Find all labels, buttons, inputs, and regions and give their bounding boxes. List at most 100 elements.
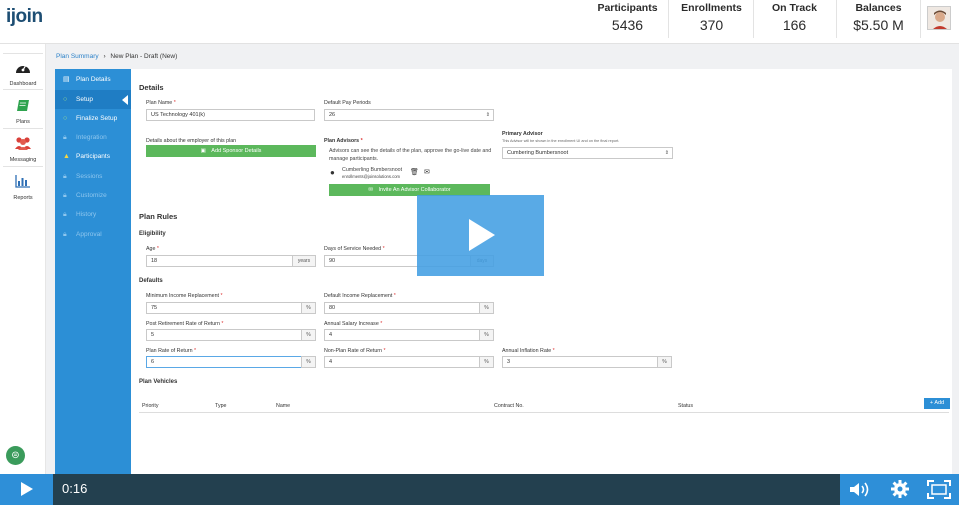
advisors-description: Advisors can see the details of the plan… (329, 148, 492, 162)
percent-addon: % (479, 329, 494, 341)
stat-participants: Participants 5436 (585, 2, 670, 33)
subnav-sessions[interactable]: 🔒︎ Sessions (55, 167, 131, 186)
section-title-details: Details (139, 83, 164, 92)
rail-label: Reports (13, 195, 33, 201)
label-text: Plan Rate of Return (146, 348, 193, 354)
subnav-label: Setup (76, 96, 93, 103)
subnav-plan-details[interactable]: ▤ Plan Details (55, 70, 131, 89)
subnav-setup[interactable]: ○ Setup (55, 90, 131, 109)
post-retirement-label: Post Retirement Rate of Return * (146, 321, 223, 327)
rail-label: Messaging (9, 157, 37, 163)
subnav-label: Plan Details (76, 76, 111, 83)
salary-increase-label: Annual Salary Increase * (324, 321, 382, 327)
nonplan-ror-input[interactable]: 4 (324, 356, 480, 368)
user-avatar[interactable] (927, 6, 951, 30)
required-mark: * (360, 138, 363, 144)
stat-label: Participants (597, 2, 658, 14)
plan-name-label: Plan Name * (146, 100, 176, 106)
required-mark: * (380, 321, 383, 327)
chat-support-icon[interactable]: ⊜ (6, 446, 25, 465)
label-text: Annual Inflation Rate (502, 348, 552, 354)
percent-addon: % (301, 329, 316, 341)
fullscreen-icon[interactable] (927, 480, 951, 499)
book-icon (17, 100, 29, 111)
inflation-input[interactable]: 3 (502, 356, 658, 368)
age-input[interactable]: 18 (146, 255, 293, 267)
select-value: Cumbering Bumbersnoot (507, 150, 569, 156)
primary-advisor-select[interactable]: Cumbering Bumbersnoot ⇕ (502, 147, 673, 159)
label-text: Default Income Replacement (324, 293, 393, 299)
app-logo[interactable]: ijoin (6, 6, 43, 28)
subnav-label: Finalize Setup (76, 115, 118, 122)
lock-icon: 🔒︎ (63, 192, 67, 199)
plan-name-input[interactable]: US Technology 401(k) (146, 109, 315, 121)
video-play-overlay[interactable] (417, 195, 544, 276)
subnav-finalize-setup[interactable]: ○ Finalize Setup (55, 109, 131, 128)
percent-addon: % (657, 356, 672, 368)
default-income-label: Default Income Replacement * (324, 293, 396, 299)
min-income-input[interactable]: 75 (146, 302, 302, 314)
required-mark: * (194, 348, 197, 354)
breadcrumb-plan-summary[interactable]: Plan Summary (56, 53, 99, 60)
subnav-label: Approval (76, 231, 102, 238)
circle-icon: ○ (63, 96, 68, 103)
subnav-participants[interactable]: ▲ Participants (55, 147, 131, 166)
required-mark: * (393, 293, 396, 299)
video-control-bar: 0:16 (0, 474, 959, 505)
defaults-title: Defaults (139, 278, 163, 284)
subnav-history[interactable]: 🔒︎ History (55, 205, 131, 224)
rail-item-reports[interactable]: Reports (0, 175, 46, 201)
volume-icon[interactable] (849, 481, 871, 498)
stat-on-track: On Track 166 (752, 2, 837, 33)
breadcrumb: Plan Summary › New Plan - Draft (New) (56, 53, 177, 60)
rail-item-dashboard[interactable]: Dashboard (0, 61, 46, 87)
select-value: 26 (329, 112, 336, 118)
primary-advisor-hint: This Advisor will be shown in the enroll… (502, 139, 620, 143)
lock-icon: 🔒︎ (63, 231, 67, 238)
rail-item-plans[interactable]: Plans (0, 99, 46, 125)
stat-value: 166 (782, 17, 807, 33)
stat-label: On Track (772, 2, 817, 14)
post-retirement-input[interactable]: 5 (146, 329, 302, 341)
subnav-customize[interactable]: 🔒︎ Customize (55, 186, 131, 205)
envelope-icon: ✉︎ (368, 187, 373, 193)
percent-addon: % (301, 302, 316, 314)
eligibility-title: Eligibility (139, 231, 166, 237)
column-header: Contract No. (494, 403, 524, 409)
add-sponsor-details-button[interactable]: ▣ Add Sponsor Details (146, 145, 316, 157)
stat-balances: Balances $5.50 M (836, 2, 921, 33)
salary-increase-input[interactable]: 4 (324, 329, 480, 341)
subnav-integration[interactable]: 🔒︎ Integration (55, 128, 131, 147)
label-text: Age (146, 246, 156, 252)
rail-divider (3, 89, 43, 90)
avatar-icon (928, 7, 950, 29)
people-icon (15, 137, 31, 150)
rail-item-messaging[interactable]: Messaging (0, 136, 46, 163)
label-text: Post Retirement Rate of Return (146, 321, 220, 327)
label-text: Plan Advisors (324, 138, 360, 144)
required-mark: * (220, 293, 223, 299)
required-mark: * (382, 246, 385, 252)
subnav-approval[interactable]: 🔒︎ Approval (55, 225, 131, 244)
settings-gear-icon[interactable] (890, 479, 910, 499)
pay-periods-select[interactable]: 26 ⇕ (324, 109, 494, 121)
rail-divider (3, 128, 43, 129)
employer-details-text: Details about the employer of this plan (146, 138, 237, 144)
top-header: ijoin Participants 5436 Enrollments 370 … (0, 0, 959, 44)
play-button[interactable] (0, 474, 53, 505)
stat-label: Enrollments (681, 2, 742, 14)
trash-icon[interactable]: 🗑︎ (410, 168, 419, 176)
main-nav-rail: Dashboard Plans Messaging Reports (0, 44, 46, 474)
age-unit-addon: years (292, 255, 316, 267)
envelope-icon[interactable]: ✉︎ (424, 168, 430, 176)
vehicles-table-header: Priority Type Name Contract No. Status (139, 400, 949, 413)
default-income-input[interactable]: 80 (324, 302, 480, 314)
player-right-controls (840, 474, 959, 505)
plan-ror-input[interactable]: 6 (146, 356, 302, 368)
label-text: Minimum Income Replacement (146, 293, 220, 299)
subnav-label: Participants (76, 153, 110, 160)
button-label: Add Sponsor Details (211, 148, 262, 154)
stat-value: $5.50 M (853, 17, 904, 33)
primary-advisor-label: Primary Advisor (502, 131, 543, 137)
label-text: Non-Plan Rate of Return (324, 348, 383, 354)
